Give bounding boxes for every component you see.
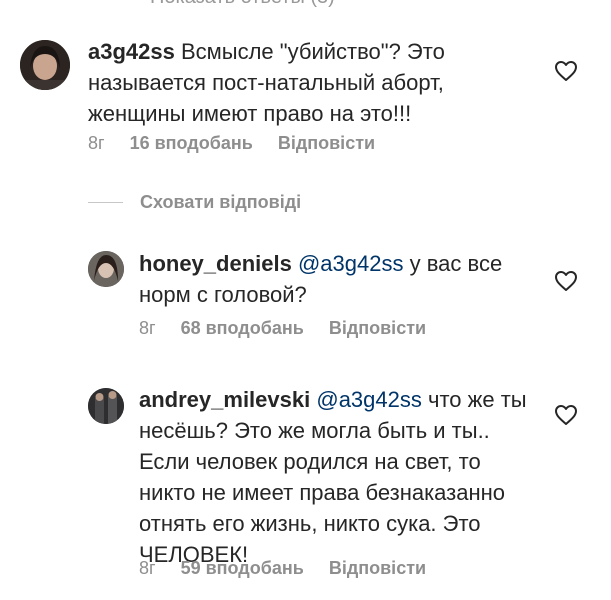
comment-username[interactable]: honey_deniels <box>139 251 292 276</box>
comment-body: a3g42ss Всмысле "убийство"? Это называет… <box>88 36 538 129</box>
comment-username[interactable]: a3g42ss <box>88 39 175 64</box>
comment-text: что же ты несёшь? Это же могла быть и ты… <box>139 387 527 567</box>
avatar[interactable] <box>88 251 124 287</box>
reply-button[interactable]: Відповісти <box>329 558 426 578</box>
hide-replies-label: Сховати відповіді <box>140 192 302 212</box>
avatar[interactable] <box>20 40 70 90</box>
divider-line <box>88 202 123 203</box>
reply-button[interactable]: Відповісти <box>278 133 375 153</box>
heart-outline-icon[interactable] <box>554 404 578 426</box>
mention-link[interactable]: @a3g42ss <box>316 387 422 412</box>
reply-button[interactable]: Відповісти <box>329 318 426 338</box>
hide-replies-button[interactable]: Сховати відповіді <box>88 192 301 213</box>
heart-outline-icon[interactable] <box>554 60 578 82</box>
comment-time: 8г <box>88 133 105 153</box>
comment-username[interactable]: andrey_milevski <box>139 387 310 412</box>
avatar[interactable] <box>88 388 124 424</box>
comment-meta: 8г 68 вподобань Відповісти <box>139 318 446 339</box>
comment-meta: 8г 16 вподобань Відповісти <box>88 133 395 154</box>
comment-body: honey_deniels @a3g42ss у вас все норм с … <box>139 248 539 310</box>
heart-outline-icon[interactable] <box>554 270 578 292</box>
comment-time: 8г <box>139 318 156 338</box>
comment-meta: 8г 59 вподобань Відповісти <box>139 558 446 579</box>
comment-body: andrey_milevski @a3g42ss что же ты несёш… <box>139 384 529 570</box>
likes-count-button[interactable]: 16 вподобань <box>130 133 253 153</box>
likes-count-button[interactable]: 68 вподобань <box>181 318 304 338</box>
top-cut-text: Показать ответы (3) <box>150 0 335 9</box>
likes-count-button[interactable]: 59 вподобань <box>181 558 304 578</box>
mention-link[interactable]: @a3g42ss <box>298 251 404 276</box>
comment-time: 8г <box>139 558 156 578</box>
